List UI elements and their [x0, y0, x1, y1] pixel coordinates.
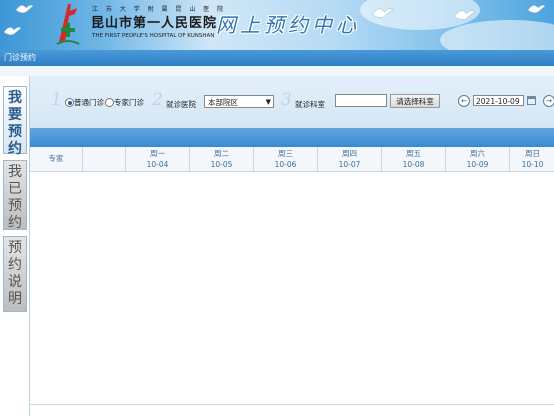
- blank-column-header: [82, 147, 125, 171]
- day-column-header: 周六 10-09: [445, 147, 509, 171]
- dove-icon: [15, 5, 34, 13]
- date-label: 10-04: [146, 160, 169, 169]
- dove-icon: [371, 8, 394, 18]
- hospital-select-value: 本部院区: [208, 98, 238, 107]
- dove-icon: [527, 5, 546, 13]
- day-column-header: 周二 10-05: [189, 147, 253, 171]
- schedule-header-row: 专家 周一 10-04 周二 10-05 周三 10-06 周四 10-07 周…: [30, 147, 554, 172]
- weekday-label: 周一: [150, 149, 165, 158]
- tab-label-char: 明: [8, 291, 22, 307]
- tab-my-appointments[interactable]: 我已预约: [3, 160, 27, 232]
- hospital-name: 昆山市第一人民医院: [91, 16, 218, 31]
- date-label: 10-09: [466, 160, 489, 169]
- tab-label-char: 预: [8, 240, 22, 256]
- tab-label-char: 要: [8, 107, 22, 123]
- weekday-label: 周六: [470, 149, 485, 158]
- tab-label-char: 约: [8, 257, 22, 273]
- day-column-header: 周四 10-07: [317, 147, 381, 171]
- step-number: 1: [51, 90, 62, 110]
- site-header: 江 苏 大 学 附 属 昆 山 医 院 昆山市第一人民医院 THE FIRST …: [0, 0, 554, 50]
- tab-make-appointment[interactable]: 我要预约: [3, 86, 27, 157]
- tab-label: 我已预约: [4, 164, 26, 232]
- date-input[interactable]: 2021-10-09: [473, 95, 524, 106]
- dove-icon: [453, 10, 476, 20]
- day-column-header: 周日 10-10: [509, 147, 554, 171]
- day-column-header: 周三 10-06: [253, 147, 317, 171]
- radio-label: 普通门诊: [74, 98, 104, 107]
- department-input[interactable]: [335, 94, 387, 107]
- chevron-down-icon: ▼: [265, 98, 271, 106]
- tab-label-char: 说: [8, 274, 22, 290]
- department-label: 就诊科室: [295, 100, 325, 109]
- weekday-label: 周五: [406, 149, 421, 158]
- weekday-label: 周三: [278, 149, 293, 158]
- dove-icon: [3, 27, 22, 35]
- tab-label-char: 约: [8, 141, 22, 157]
- section-title: 门诊预约: [4, 53, 36, 62]
- day-column-header: 周一 10-04: [125, 147, 189, 171]
- main-panel: 1 普通门诊 专家门诊 2 就诊医院 本部院区 ▼ 3 就诊科室 请选择科室 ←…: [29, 76, 554, 416]
- hospital-logo: [56, 4, 80, 45]
- hospital-label: 就诊医院: [166, 100, 196, 109]
- day-column-header: 周五 10-08: [381, 147, 445, 171]
- step-bar: 1 普通门诊 专家门诊 2 就诊医院 本部院区 ▼ 3 就诊科室 请选择科室 ←…: [30, 76, 554, 128]
- footer-line: [29, 404, 554, 405]
- step-number: 3: [281, 90, 292, 110]
- tab-appointment-notice[interactable]: 预约说明: [3, 236, 27, 312]
- doctor-column-header: 专家: [48, 154, 64, 163]
- weekday-label: 周二: [214, 149, 229, 158]
- tab-label-char: 预: [8, 198, 22, 214]
- hospital-select[interactable]: 本部院区 ▼: [204, 95, 274, 108]
- tab-label: 预约说明: [4, 240, 26, 308]
- tab-label-char: 我: [8, 90, 22, 106]
- next-date-button[interactable]: →: [543, 95, 554, 107]
- prev-date-button[interactable]: ←: [458, 95, 470, 107]
- weekday-label: 周日: [525, 149, 540, 158]
- section-title-bar: 门诊预约: [0, 50, 554, 66]
- tab-label-char: 我: [8, 164, 22, 180]
- spacer: [0, 66, 554, 76]
- tab-label: 我要预约: [4, 90, 26, 158]
- schedule-divider-bar: [30, 128, 554, 147]
- select-department-button[interactable]: 请选择科室: [390, 94, 440, 108]
- date-label: 10-07: [338, 160, 361, 169]
- radio-general-clinic[interactable]: [65, 98, 74, 107]
- tab-label-char: 预: [8, 124, 22, 140]
- tab-label-char: 约: [8, 215, 22, 231]
- tab-label-char: 已: [8, 181, 22, 197]
- step-number: 2: [152, 90, 163, 110]
- calendar-icon[interactable]: [527, 96, 536, 105]
- radio-label: 专家门诊: [114, 98, 144, 107]
- date-label: 10-10: [521, 160, 544, 169]
- radio-expert-clinic[interactable]: [105, 98, 114, 107]
- weekday-label: 周四: [342, 149, 357, 158]
- date-label: 10-08: [402, 160, 425, 169]
- date-label: 10-05: [210, 160, 233, 169]
- date-label: 10-06: [274, 160, 297, 169]
- center-title: 网上预约中心: [216, 13, 360, 37]
- hospital-english-name: THE FIRST PEOPLE'S HOSPITAL OF KUNSHAN: [92, 33, 215, 39]
